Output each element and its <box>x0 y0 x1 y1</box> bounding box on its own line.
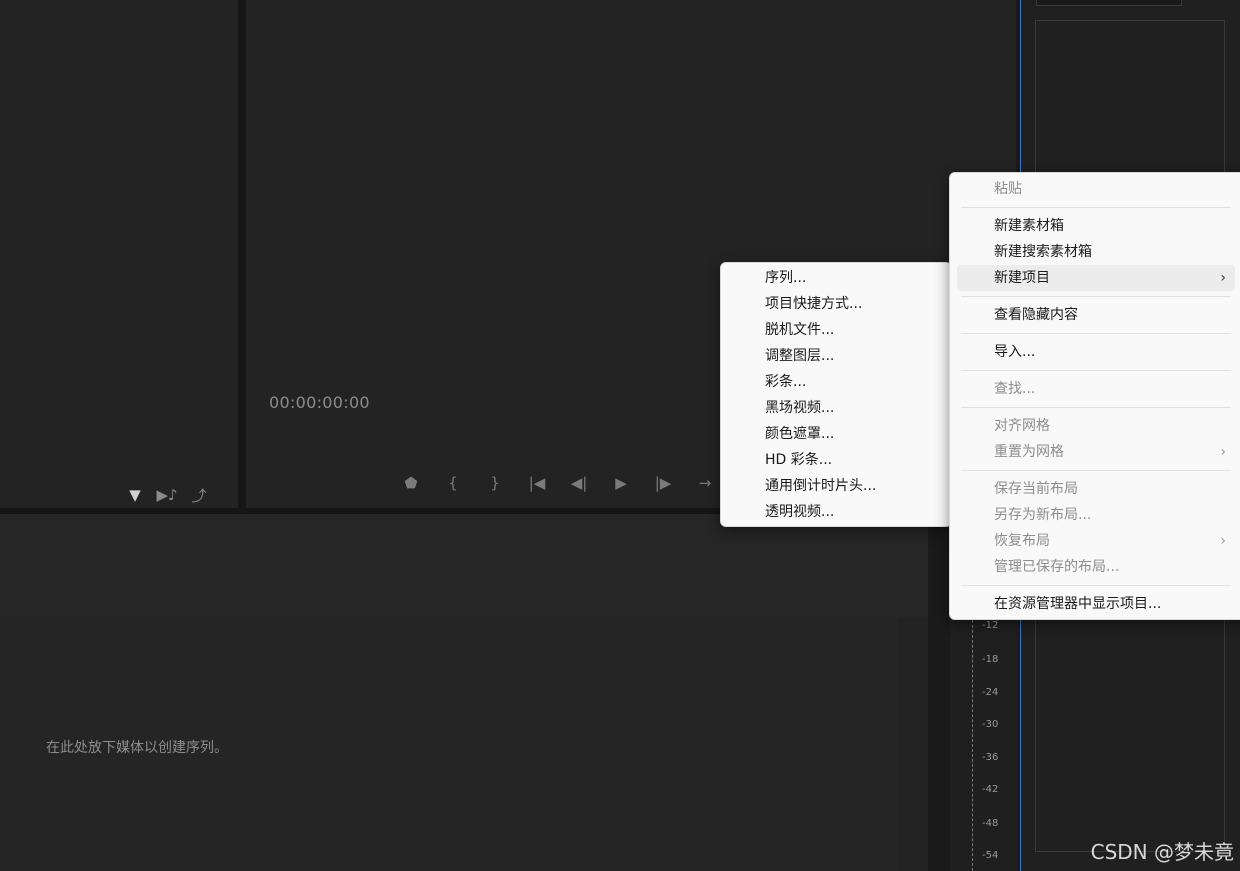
meter-label: -18 <box>982 654 999 665</box>
meter-label: -42 <box>982 784 999 795</box>
menu-item-restore-layout[interactable]: 恢复布局 › <box>950 528 1240 554</box>
watermark: CSDN @梦未竟 <box>1090 840 1234 864</box>
menu-separator <box>961 585 1231 586</box>
menu-separator <box>961 333 1231 334</box>
project-panel[interactable] <box>0 0 238 508</box>
menu-item-find[interactable]: 查找... <box>950 376 1240 402</box>
automate-to-sequence-icon[interactable]: ▶♪ <box>156 486 178 504</box>
submenu-item-sequence[interactable]: 序列... <box>721 265 951 291</box>
menu-item-paste[interactable]: 粘贴 <box>950 176 1240 202</box>
marker-icon[interactable]: ⬟ <box>390 474 432 492</box>
project-context-menu: 粘贴 新建素材箱 新建搜索素材箱 新建项目 › 查看隐藏内容 导入... 查找..… <box>949 172 1240 620</box>
playhead-timecode[interactable]: 00:00:00:00 <box>269 393 370 412</box>
submenu-item-transparent-video[interactable]: 透明视频... <box>721 499 951 525</box>
menu-item-align-to-grid[interactable]: 对齐网格 <box>950 413 1240 439</box>
transport-controls: ⬟ { } |◀ ◀| ▶ |▶ → <box>390 474 726 492</box>
submenu-item-countdown-leader[interactable]: 通用倒计时片头... <box>721 473 951 499</box>
chevron-right-icon: › <box>1220 444 1226 460</box>
menu-separator <box>961 470 1231 471</box>
dock-input-field[interactable] <box>1036 0 1182 6</box>
panel-divider[interactable] <box>238 0 246 508</box>
menu-item-reset-to-grid[interactable]: 重置为网格 › <box>950 439 1240 465</box>
menu-item-new-item[interactable]: 新建项目 › <box>957 265 1235 291</box>
submenu-item-offline-file[interactable]: 脱机文件... <box>721 317 951 343</box>
meter-label: -54 <box>982 850 999 861</box>
export-icon[interactable]: ⤴ <box>188 485 210 506</box>
menu-item-manage-saved-layouts[interactable]: 管理已保存的布局... <box>950 554 1240 580</box>
timeline-empty-hint: 在此处放下媒体以创建序列。 <box>46 740 228 756</box>
submenu-item-adjustment-layer[interactable]: 调整图层... <box>721 343 951 369</box>
meter-label: -24 <box>982 687 999 698</box>
step-back-icon[interactable]: ◀| <box>558 474 600 492</box>
go-to-in-icon[interactable]: |◀ <box>516 474 558 492</box>
submenu-item-project-shortcut[interactable]: 项目快捷方式... <box>721 291 951 317</box>
menu-separator <box>961 296 1231 297</box>
play-icon[interactable]: ▶ <box>600 474 642 492</box>
new-item-submenu: 序列... 项目快捷方式... 脱机文件... 调整图层... 彩条... 黑场… <box>720 262 952 527</box>
menu-item-new-bin[interactable]: 新建素材箱 <box>950 213 1240 239</box>
menu-item-reveal-in-explorer[interactable]: 在资源管理器中显示项目... <box>950 591 1240 617</box>
timeline-panel[interactable] <box>0 514 928 871</box>
menu-item-save-current-layout[interactable]: 保存当前布局 <box>950 476 1240 502</box>
audio-meter-scale <box>972 620 974 871</box>
premiere-workspace: ▼ ▶♪ ⤴ 00:00:00:00 ⬟ { } |◀ ◀| ▶ |▶ → 在此… <box>0 0 1240 871</box>
submenu-item-black-video[interactable]: 黑场视频... <box>721 395 951 421</box>
menu-item-view-hidden[interactable]: 查看隐藏内容 <box>950 302 1240 328</box>
submenu-item-bars-and-tone[interactable]: 彩条... <box>721 369 951 395</box>
menu-item-new-search-bin[interactable]: 新建搜索素材箱 <box>950 239 1240 265</box>
mark-out-icon[interactable]: } <box>474 474 516 492</box>
chevron-right-icon: › <box>1220 533 1226 549</box>
panel-divider[interactable] <box>928 514 950 871</box>
meter-label: -36 <box>982 752 999 763</box>
mark-in-icon[interactable]: { <box>432 474 474 492</box>
submenu-item-hd-bars[interactable]: HD 彩条... <box>721 447 951 473</box>
chevron-right-icon: › <box>1220 270 1226 286</box>
menu-separator <box>961 407 1231 408</box>
project-panel-toolbar: ▼ ▶♪ ⤴ <box>124 484 210 506</box>
meter-label: -12 <box>982 620 999 631</box>
menu-item-import[interactable]: 导入... <box>950 339 1240 365</box>
meter-label: -48 <box>982 818 999 829</box>
filter-icon[interactable]: ▼ <box>124 486 146 504</box>
timeline-header <box>0 514 928 618</box>
menu-separator <box>961 370 1231 371</box>
menu-item-save-as-new-layout[interactable]: 另存为新布局... <box>950 502 1240 528</box>
submenu-item-color-matte[interactable]: 颜色遮罩... <box>721 421 951 447</box>
meter-label: -30 <box>982 719 999 730</box>
menu-separator <box>961 207 1231 208</box>
step-forward-icon[interactable]: |▶ <box>642 474 684 492</box>
